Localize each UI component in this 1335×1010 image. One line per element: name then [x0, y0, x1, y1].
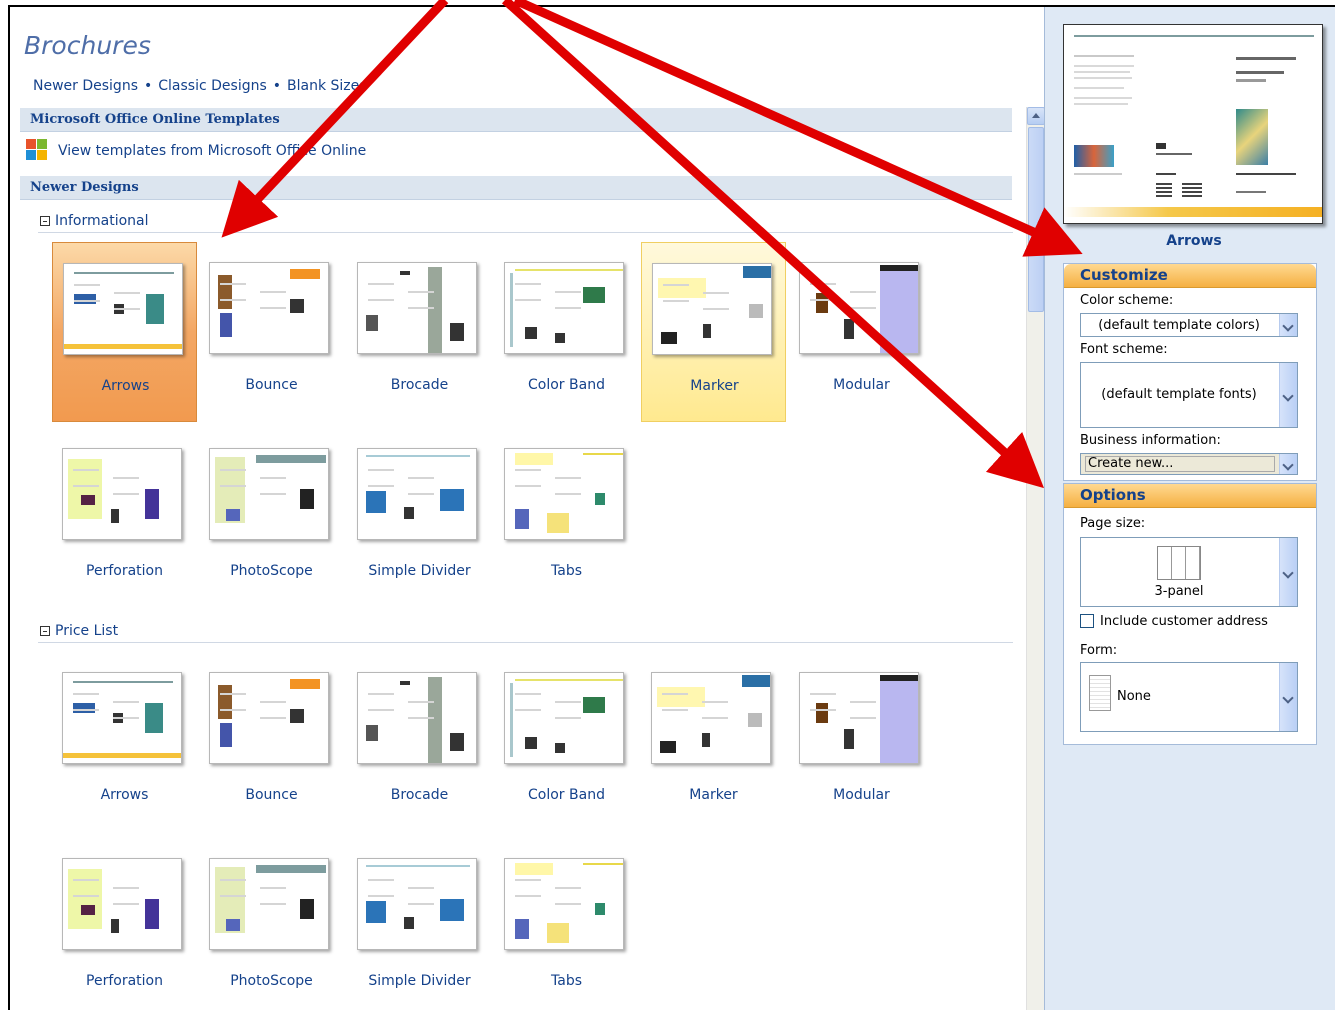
- arrow-to-gallery: [221, 0, 449, 238]
- arrow-to-options: [501, 0, 1045, 489]
- annotation-arrows: [221, 0, 1083, 489]
- arrow-to-preview: [513, 0, 1083, 257]
